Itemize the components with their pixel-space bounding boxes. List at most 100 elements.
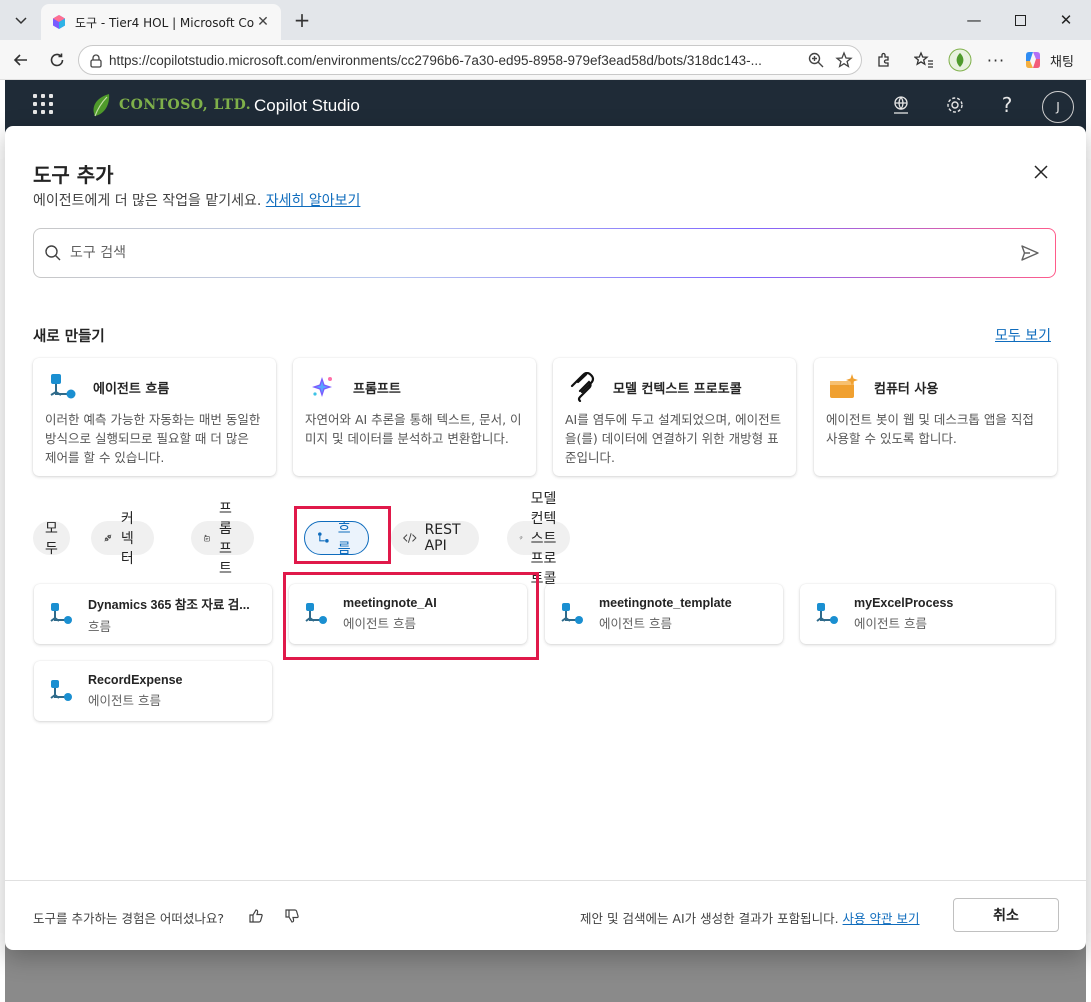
- create-card-prompt[interactable]: 프롬프트 자연어와 AI 추론을 통해 텍스트, 문서, 이미지 및 데이터를 …: [293, 358, 536, 476]
- highlight-box-flow-chip: [294, 506, 391, 564]
- agent-flow-icon: [45, 372, 81, 402]
- favorite-star-icon[interactable]: [835, 51, 853, 69]
- tool-card-dynamics[interactable]: Dynamics 365 참조 자료 검... 흐름: [34, 584, 272, 644]
- chip-label: REST API: [424, 522, 461, 554]
- chevron-down-icon: [15, 17, 27, 25]
- prompt-icon: [204, 534, 210, 542]
- create-card-description: AI를 염두에 두고 설계되었으며, 에이전트을(를) 데이터에 연결하기 위한…: [565, 412, 782, 465]
- close-icon[interactable]: ✕: [255, 14, 271, 30]
- browser-toolbar: https://copilotstudio.microsoft.com/envi…: [0, 40, 1091, 80]
- tab-title: 도구 - Tier4 HOL | Microsoft Copilot: [75, 15, 255, 30]
- favorites-icon[interactable]: [912, 48, 936, 72]
- create-new-heading: 새로 만들기: [33, 329, 105, 345]
- create-card-description: 에이전트 봇이 웹 및 데스크톱 앱을 직접 사용할 수 있도록 합니다.: [826, 412, 1034, 446]
- see-all-link[interactable]: 모두 보기: [995, 325, 1051, 345]
- tool-name: RecordExpense: [88, 673, 183, 687]
- zoom-icon[interactable]: [807, 51, 825, 69]
- browser-tabstrip: 도구 - Tier4 HOL | Microsoft Copilot ✕ + —…: [0, 0, 1091, 40]
- send-icon: [1021, 245, 1039, 261]
- tool-search-box: [33, 228, 1056, 278]
- create-card-title: 프롬프트: [353, 381, 401, 397]
- profile-avatar-icon[interactable]: [948, 48, 972, 72]
- product-name: Copilot Studio: [254, 96, 360, 115]
- url-text: https://copilotstudio.microsoft.com/envi…: [109, 52, 762, 68]
- flow-icon: [46, 599, 76, 629]
- connector-icon: [104, 534, 112, 542]
- create-card-mcp[interactable]: 모델 컨텍스트 프로토콜 AI를 염두에 두고 설계되었으며, 에이전트을(를)…: [553, 358, 796, 476]
- refresh-button[interactable]: [45, 48, 69, 72]
- flow-icon: [46, 676, 76, 706]
- feedback-question: 도구를 추가하는 경험은 어떠셨나요?: [33, 911, 225, 926]
- disclaimer-text: 제안 및 검색에는 AI가 생성한 결과가 포함됩니다.: [580, 911, 839, 926]
- chat-label: 채팅: [1050, 54, 1074, 70]
- tool-type: 에이전트 흐름: [599, 616, 672, 631]
- copilot-chat-button[interactable]: 채팅: [1018, 45, 1082, 75]
- filter-chip-rest-api[interactable]: REST API: [391, 521, 480, 555]
- code-icon: [403, 533, 417, 543]
- learn-more-link[interactable]: 자세히 알아보기: [266, 193, 361, 209]
- chip-label: 프롬프트: [219, 501, 232, 577]
- tool-card-meetingnote-template[interactable]: meetingnote_template 에이전트 흐름: [545, 584, 783, 644]
- create-card-description: 자연어와 AI 추론을 통해 텍스트, 문서, 이미지 및 데이터를 분석하고 …: [305, 412, 522, 446]
- footer-divider: [5, 880, 1086, 881]
- cancel-button[interactable]: 취소: [953, 898, 1059, 932]
- create-card-title: 모델 컨텍스트 프로토콜: [613, 381, 742, 397]
- environment-globe-icon[interactable]: [889, 93, 913, 117]
- dialog-subtitle: 에이전트에게 더 많은 작업을 맡기세요. 자세히 알아보기: [33, 190, 360, 210]
- ai-disclaimer: 제안 및 검색에는 AI가 생성한 결과가 포함됩니다. 사용 약관 보기: [580, 908, 920, 927]
- tool-card-myexcelprocess[interactable]: myExcelProcess 에이전트 흐름: [800, 584, 1055, 644]
- chip-label: 모두: [45, 521, 58, 557]
- brand-name: CONTOSO, LTD.: [119, 97, 252, 113]
- tool-type: 흐름: [88, 618, 112, 634]
- copilot-icon: [1026, 52, 1040, 68]
- filter-chip-mcp[interactable]: 모델 컨텍스트 프로토콜: [507, 491, 570, 587]
- window-close-button[interactable]: ✕: [1054, 8, 1078, 32]
- dialog-title: 도구 추가: [33, 163, 114, 187]
- tool-name: meetingnote_template: [599, 596, 732, 610]
- add-tool-dialog: 도구 추가 에이전트에게 더 많은 작업을 맡기세요. 자세히 알아보기 새로 …: [5, 126, 1086, 950]
- extensions-icon[interactable]: [872, 48, 896, 72]
- brand-logo: CONTOSO, LTD.: [89, 92, 251, 118]
- app-launcher-icon[interactable]: [33, 94, 53, 114]
- tool-name: myExcelProcess: [854, 596, 954, 610]
- tool-name: Dynamics 365 참조 자료 검...: [88, 597, 250, 612]
- filter-chip-prompt[interactable]: 프롬프트: [191, 501, 254, 577]
- more-options-icon[interactable]: ···: [984, 48, 1008, 72]
- tool-search-input[interactable]: [70, 245, 970, 261]
- filter-chip-connector[interactable]: 커넥터: [91, 511, 154, 567]
- terms-link[interactable]: 사용 약관 보기: [843, 911, 920, 926]
- search-icon: [45, 245, 61, 261]
- thumbs-down-icon[interactable]: [282, 906, 302, 926]
- create-card-title: 컴퓨터 사용: [874, 381, 939, 397]
- tab-list-button[interactable]: [8, 7, 34, 33]
- create-card-agent-flow[interactable]: 에이전트 흐름 이러한 예측 가능한 자동화는 매번 동일한 방식으로 실행되므…: [33, 358, 276, 476]
- arrow-left-icon: [13, 54, 27, 66]
- site-info-icon[interactable]: [88, 53, 104, 69]
- tool-type: 에이전트 흐름: [854, 616, 927, 631]
- prompt-sparkle-icon: [305, 372, 341, 402]
- minimize-button[interactable]: —: [962, 8, 986, 32]
- mcp-icon: [565, 372, 601, 402]
- new-tab-button[interactable]: +: [290, 8, 314, 32]
- filter-chip-all[interactable]: 모두: [33, 521, 70, 557]
- app-header: CONTOSO, LTD. Copilot Studio ? J: [5, 80, 1086, 132]
- help-icon[interactable]: ?: [995, 93, 1019, 117]
- create-card-computer-use[interactable]: 컴퓨터 사용 에이전트 봇이 웹 및 데스크톱 앱을 직접 사용할 수 있도록 …: [814, 358, 1057, 476]
- dialog-subtitle-text: 에이전트에게 더 많은 작업을 맡기세요.: [33, 193, 262, 209]
- back-button[interactable]: [9, 48, 33, 72]
- maximize-button[interactable]: [1008, 8, 1032, 32]
- flow-icon: [557, 599, 587, 629]
- settings-gear-icon[interactable]: [943, 93, 967, 117]
- address-bar[interactable]: https://copilotstudio.microsoft.com/envi…: [78, 45, 862, 75]
- browser-tab-active[interactable]: 도구 - Tier4 HOL | Microsoft Copilot ✕: [41, 4, 281, 40]
- thumbs-up-icon[interactable]: [246, 906, 266, 926]
- contoso-leaf-icon: [93, 94, 110, 117]
- tool-card-recordexpense[interactable]: RecordExpense 에이전트 흐름: [34, 661, 272, 721]
- search-send-button[interactable]: [1018, 241, 1042, 265]
- user-avatar[interactable]: J: [1042, 91, 1074, 123]
- copilot-studio-favicon-icon: [53, 15, 65, 29]
- chip-label: 커넥터: [120, 511, 134, 567]
- dialog-close-button[interactable]: [1029, 160, 1053, 184]
- refresh-icon: [50, 53, 64, 67]
- computer-use-icon: [826, 372, 862, 402]
